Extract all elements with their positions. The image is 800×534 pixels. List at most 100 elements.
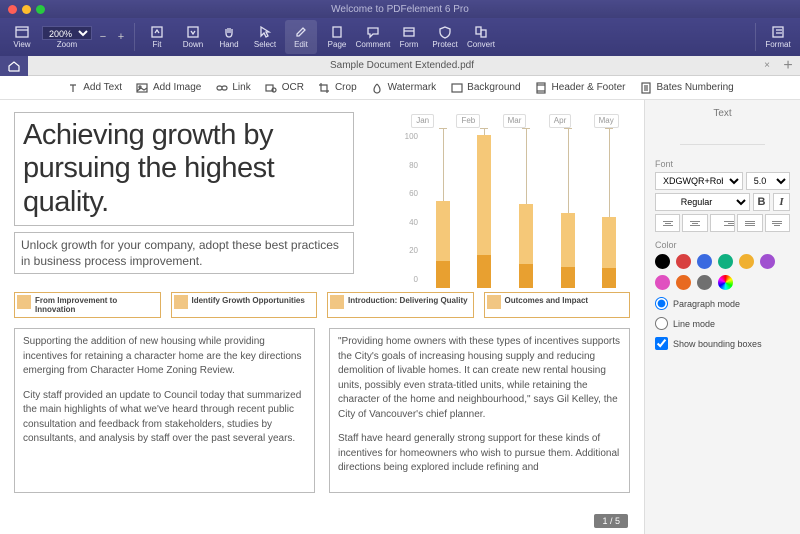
minimize-window-icon[interactable] xyxy=(22,5,31,14)
maximize-window-icon[interactable] xyxy=(36,5,45,14)
document-tab[interactable]: Sample Document Extended.pdf × xyxy=(28,60,776,71)
font-weight-select[interactable]: Regular xyxy=(655,193,750,211)
convert-button[interactable]: Convert xyxy=(465,20,497,54)
add-tab-button[interactable]: + xyxy=(776,57,800,75)
color-swatch[interactable] xyxy=(655,254,670,269)
add-image-tool[interactable]: Add Image xyxy=(136,81,201,94)
main-area: Achieving growth by pursuing the highest… xyxy=(0,100,800,534)
window-controls xyxy=(8,5,45,14)
color-swatch[interactable] xyxy=(697,254,712,269)
subhead-text: Unlock growth for your company, adopt th… xyxy=(21,238,339,268)
col1-p1: Supporting the addition of new housing w… xyxy=(23,335,306,379)
line-mode-radio[interactable]: Line mode xyxy=(655,317,790,330)
zoom-control[interactable]: 200% Zoom xyxy=(42,20,92,54)
window-title: Welcome to PDFelement 6 Pro xyxy=(331,4,469,15)
comment-button[interactable]: Comment xyxy=(357,20,389,54)
bar-May xyxy=(596,128,622,288)
align-center-button[interactable] xyxy=(682,214,707,232)
bar-Mar xyxy=(513,128,539,288)
watermark-tool[interactable]: Watermark xyxy=(371,81,437,94)
protect-button[interactable]: Protect xyxy=(429,20,461,54)
body-columns: Supporting the addition of new housing w… xyxy=(14,328,630,493)
crop-tool[interactable]: Crop xyxy=(318,81,357,94)
protect-label: Protect xyxy=(432,40,457,49)
color-swatch[interactable] xyxy=(739,254,754,269)
fit-button[interactable]: Fit xyxy=(141,20,173,54)
color-label: Color xyxy=(655,240,790,250)
panel-handle[interactable] xyxy=(680,133,765,145)
color-swatch[interactable] xyxy=(697,275,712,290)
zoom-out-icon[interactable]: − xyxy=(96,31,110,43)
align-left-button[interactable] xyxy=(655,214,680,232)
font-family-select[interactable]: XDGWQR+Roboto-Regular xyxy=(655,172,743,190)
format-panel: Text Font XDGWQR+Roboto-Regular 5.0 Regu… xyxy=(644,100,800,534)
paragraph-mode-input[interactable] xyxy=(655,297,668,310)
headline-box[interactable]: Achieving growth by pursuing the highest… xyxy=(14,112,354,226)
color-swatch[interactable] xyxy=(655,275,670,290)
pill-0[interactable]: From Improvement to Innovation xyxy=(14,292,161,318)
zoom-label: Zoom xyxy=(57,40,77,49)
col1-p2: City staff provided an update to Council… xyxy=(23,389,306,447)
home-tab[interactable] xyxy=(0,56,28,76)
down-button[interactable]: Down xyxy=(177,20,209,54)
format-button[interactable]: Format xyxy=(762,20,794,54)
align-right-button[interactable] xyxy=(710,214,735,232)
pill-1[interactable]: Identify Growth Opportunities xyxy=(171,292,318,318)
section-pills: From Improvement to Innovation Identify … xyxy=(14,292,630,318)
zoom-in-icon[interactable]: + xyxy=(114,31,128,43)
page-button[interactable]: Page xyxy=(321,20,353,54)
close-tab-icon[interactable]: × xyxy=(764,60,770,71)
font-label: Font xyxy=(655,159,790,169)
align-other-button[interactable] xyxy=(765,214,790,232)
background-tool[interactable]: Background xyxy=(450,81,520,94)
zoom-select[interactable]: 200% xyxy=(42,26,92,40)
color-swatch[interactable] xyxy=(760,254,775,269)
color-swatch[interactable] xyxy=(676,254,691,269)
view-label: View xyxy=(13,40,30,49)
col2-p1: "Providing home owners with these types … xyxy=(338,335,621,422)
pill-3[interactable]: Outcomes and Impact xyxy=(484,292,631,318)
view-button[interactable]: View xyxy=(6,20,38,54)
subhead-box[interactable]: Unlock growth for your company, adopt th… xyxy=(14,232,354,274)
bold-button[interactable]: B xyxy=(753,193,770,211)
link-tool[interactable]: Link xyxy=(215,81,250,94)
close-window-icon[interactable] xyxy=(8,5,17,14)
align-justify-button[interactable] xyxy=(737,214,762,232)
chart-x-labels: Jan Feb Mar Apr May xyxy=(400,114,630,128)
document-tab-label: Sample Document Extended.pdf xyxy=(330,60,474,71)
hand-label: Hand xyxy=(219,40,238,49)
show-bb-input[interactable] xyxy=(655,337,668,350)
ribbon-toolbar: View 200% Zoom − + Fit Down Hand Select … xyxy=(0,18,800,56)
select-label: Select xyxy=(254,40,276,49)
color-swatch[interactable] xyxy=(676,275,691,290)
edit-button[interactable]: Edit xyxy=(285,20,317,54)
col2-p2: Staff have heard generally strong suppor… xyxy=(338,432,621,476)
fit-label: Fit xyxy=(153,40,162,49)
comment-label: Comment xyxy=(356,40,391,49)
bates-tool[interactable]: Bates Numbering xyxy=(639,81,733,94)
color-swatch[interactable] xyxy=(718,254,733,269)
select-button[interactable]: Select xyxy=(249,20,281,54)
bar-Apr xyxy=(555,128,581,288)
header-footer-tool[interactable]: Header & Footer xyxy=(535,81,626,94)
color-swatches xyxy=(655,254,790,290)
font-size-select[interactable]: 5.0 xyxy=(746,172,790,190)
edit-subtoolbar: Add Text Add Image Link OCR Crop Waterma… xyxy=(0,76,800,100)
column-left[interactable]: Supporting the addition of new housing w… xyxy=(14,328,315,493)
line-mode-input[interactable] xyxy=(655,317,668,330)
pill-2[interactable]: Introduction: Delivering Quality xyxy=(327,292,474,318)
add-text-tool[interactable]: Add Text xyxy=(66,81,122,94)
form-button[interactable]: Form xyxy=(393,20,425,54)
document-canvas[interactable]: Achieving growth by pursuing the highest… xyxy=(0,100,644,534)
format-label: Format xyxy=(765,40,790,49)
italic-button[interactable]: I xyxy=(773,193,790,211)
color-picker-icon[interactable] xyxy=(718,275,733,290)
chart: Jan Feb Mar Apr May 100 80 60 40 20 0 xyxy=(400,114,630,294)
column-right[interactable]: "Providing home owners with these types … xyxy=(329,328,630,493)
show-bb-checkbox[interactable]: Show bounding boxes xyxy=(655,337,790,350)
bar-Jan xyxy=(430,128,456,288)
ocr-tool[interactable]: OCR xyxy=(265,81,304,94)
panel-title: Text xyxy=(655,108,790,119)
hand-button[interactable]: Hand xyxy=(213,20,245,54)
paragraph-mode-radio[interactable]: Paragraph mode xyxy=(655,297,790,310)
